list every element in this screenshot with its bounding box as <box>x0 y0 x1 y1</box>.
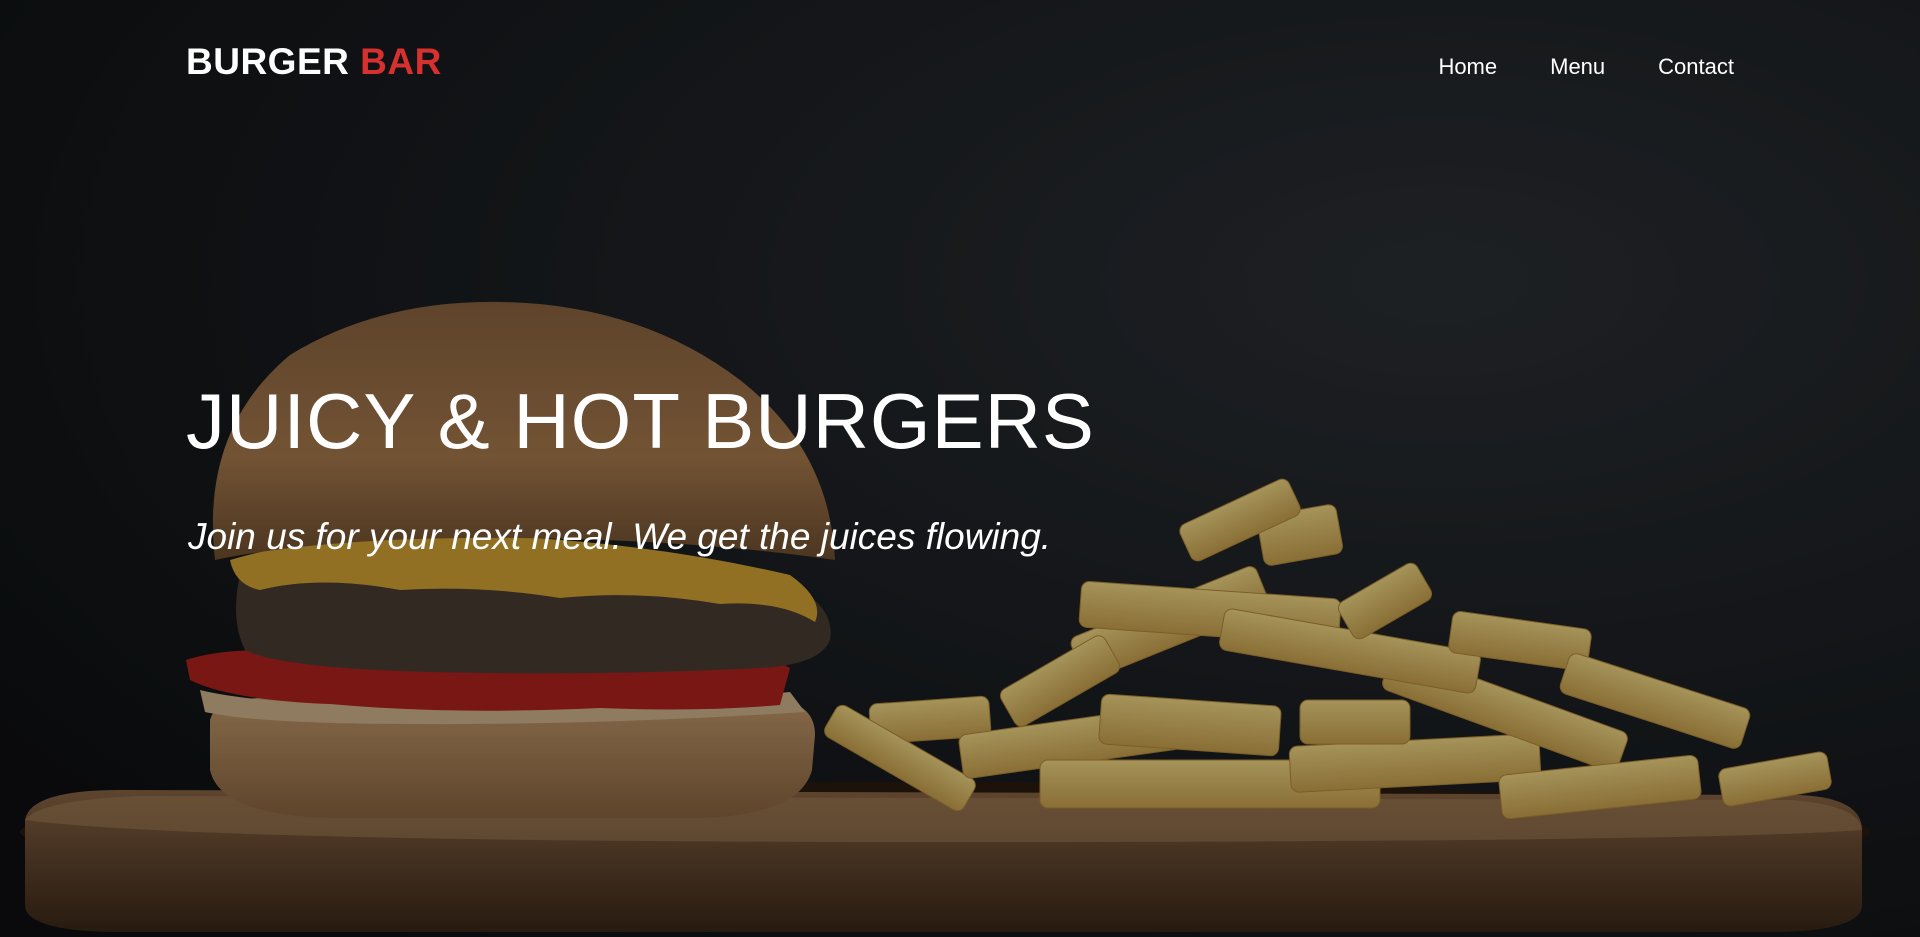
brand-name-main: BURGER <box>186 41 350 82</box>
brand-name-accent: BAR <box>360 41 442 82</box>
nav-item-home[interactable]: Home <box>1438 54 1497 80</box>
hero-subtitle: Join us for your next meal. We get the j… <box>188 516 1052 557</box>
site-header: BURGER BAR Home Menu Contact <box>186 34 1734 90</box>
hero-title: JUICY & HOT BURGERS <box>186 377 1095 465</box>
hero-dark-overlay <box>0 0 1920 937</box>
brand-logo[interactable]: BURGER BAR <box>186 41 442 83</box>
nav-item-menu[interactable]: Menu <box>1550 54 1605 80</box>
hero-section: BURGER BAR Home Menu Contact JUICY & HOT… <box>0 0 1920 937</box>
nav-item-contact[interactable]: Contact <box>1658 54 1734 80</box>
main-nav: Home Menu Contact <box>1438 54 1734 80</box>
